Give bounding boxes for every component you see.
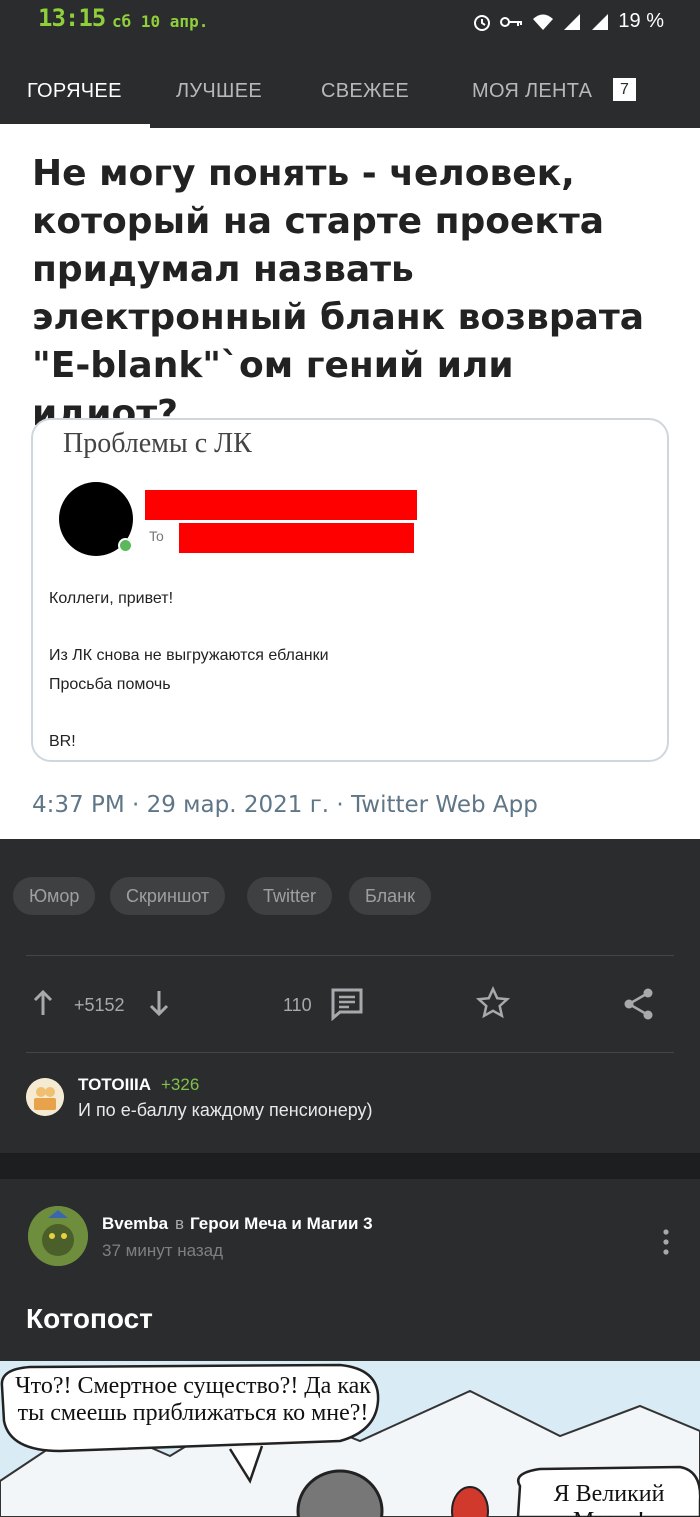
post-in-label: в <box>175 1214 185 1233</box>
email-line: Просьба помочь <box>49 676 171 693</box>
tweet-meta: 4:37 PM · 29 мар. 2021 г. · Twitter Web … <box>32 792 538 818</box>
tab-fresh[interactable]: СВЕЖЕЕ <box>321 80 409 103</box>
tag-screenshot[interactable]: Скриншот <box>110 877 226 915</box>
star-icon[interactable] <box>475 985 511 1025</box>
email-line: Из ЛК снова не выгружаются ебланки <box>49 647 329 664</box>
comments-count: 110 <box>283 995 312 1015</box>
battery-percent: 19 % <box>618 10 664 32</box>
share-icon[interactable] <box>622 987 656 1026</box>
email-line: Коллеги, привет! <box>49 590 174 607</box>
post-title[interactable]: Котопост <box>26 1303 153 1335</box>
tab-best[interactable]: ЛУЧШЕЕ <box>176 80 262 103</box>
comic-speech-bubble: Я Великий Мааго! <box>553 1481 665 1517</box>
post-time: 37 минут назад <box>102 1241 224 1260</box>
status-date: сб 10 апр. <box>112 12 209 31</box>
status-time: 13:15 <box>38 4 106 32</box>
author-avatar[interactable] <box>28 1206 88 1266</box>
arrow-down-icon[interactable] <box>148 985 170 1026</box>
tab-my-feed[interactable]: МОЯ ЛЕНТА <box>472 80 592 103</box>
signal-icon <box>562 13 582 31</box>
comment-author[interactable]: TOTOIIIA <box>78 1075 151 1095</box>
more-vertical-icon[interactable] <box>660 1228 672 1256</box>
tag-twitter[interactable]: Twitter <box>247 877 333 915</box>
online-indicator <box>118 538 133 553</box>
comic-speech-bubble: Что?! Смертное существо?! Да как ты смее… <box>15 1373 371 1426</box>
post-author[interactable]: Bvemba <box>102 1214 168 1234</box>
tag-blank[interactable]: Бланк <box>349 877 431 915</box>
arrow-up-icon[interactable] <box>32 985 54 1026</box>
tab-hot[interactable]: ГОРЯЧЕЕ <box>27 80 122 103</box>
comment-score: +326 <box>161 1075 200 1094</box>
post-rating: +5152 <box>74 995 125 1015</box>
status-bar: 13:15 сб 10 апр. 19 % <box>0 0 700 50</box>
alarm-icon <box>472 12 492 32</box>
post-separator <box>0 1153 700 1179</box>
post-community[interactable]: Герои Меча и Магии 3 <box>190 1214 373 1234</box>
redacted-recipient <box>179 523 414 553</box>
post-image-title: Не могу понять - человек, который на ста… <box>32 153 645 434</box>
signal-icon-2 <box>590 13 610 31</box>
vpn-key-icon <box>500 15 524 29</box>
email-to-label: To <box>149 528 164 544</box>
comment-text[interactable]: И по е-баллу каждому пенсионеру) <box>78 1100 373 1121</box>
my-feed-badge: 7 <box>613 78 636 101</box>
post-actions: +5152 110 <box>0 985 700 1025</box>
email-line: BR! <box>49 733 76 750</box>
divider <box>26 1052 674 1053</box>
email-card: Проблемы с ЛК To Коллеги, привет! Из ЛК … <box>31 418 669 762</box>
email-subject: Проблемы с ЛК <box>63 428 252 459</box>
wifi-icon <box>532 13 554 31</box>
tag-humor[interactable]: Юмор <box>13 877 96 915</box>
comment-avatar[interactable] <box>26 1078 64 1116</box>
post-image[interactable]: Что?! Смертное существо?! Да как ты смее… <box>0 1361 700 1517</box>
redacted-sender <box>145 490 417 520</box>
divider <box>26 955 674 956</box>
status-icons: 19 % <box>472 10 664 33</box>
comment-icon[interactable] <box>330 987 364 1026</box>
